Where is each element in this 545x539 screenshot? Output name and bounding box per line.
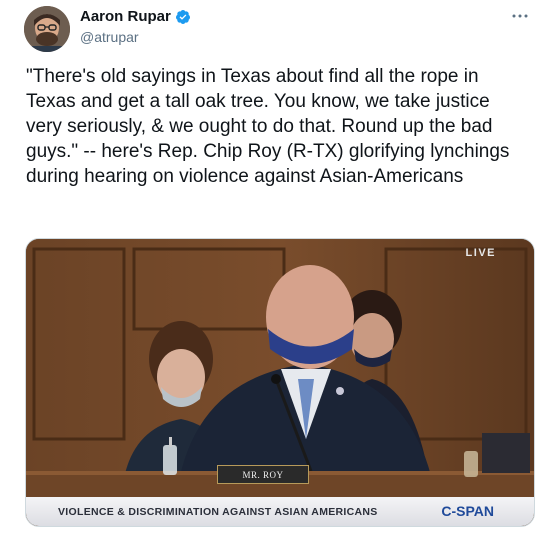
more-options-icon[interactable] (512, 8, 528, 19)
broadcast-caption: VIOLENCE & DISCRIMINATION AGAINST ASIAN … (58, 505, 378, 518)
author-handle[interactable]: @atrupar (80, 29, 139, 45)
lower-third-banner: VIOLENCE & DISCRIMINATION AGAINST ASIAN … (26, 497, 534, 526)
tweet-card: Aaron Rupar @atrupar "There's old saying… (0, 0, 545, 539)
live-label: LIVE (465, 247, 496, 259)
video-player[interactable]: LIVE MR. ROY VIOLENCE & DISCRIMINATION A… (25, 238, 535, 527)
author-avatar[interactable] (24, 6, 70, 52)
verified-badge-icon (175, 9, 191, 25)
nameplate: MR. ROY (217, 465, 309, 484)
author-name-row: Aaron Rupar (80, 8, 191, 25)
tweet-text: "There's old sayings in Texas about find… (26, 66, 515, 187)
author-name[interactable]: Aaron Rupar (80, 8, 171, 25)
avatar-image (24, 6, 70, 52)
network-logo: C-SPAN (441, 503, 494, 519)
